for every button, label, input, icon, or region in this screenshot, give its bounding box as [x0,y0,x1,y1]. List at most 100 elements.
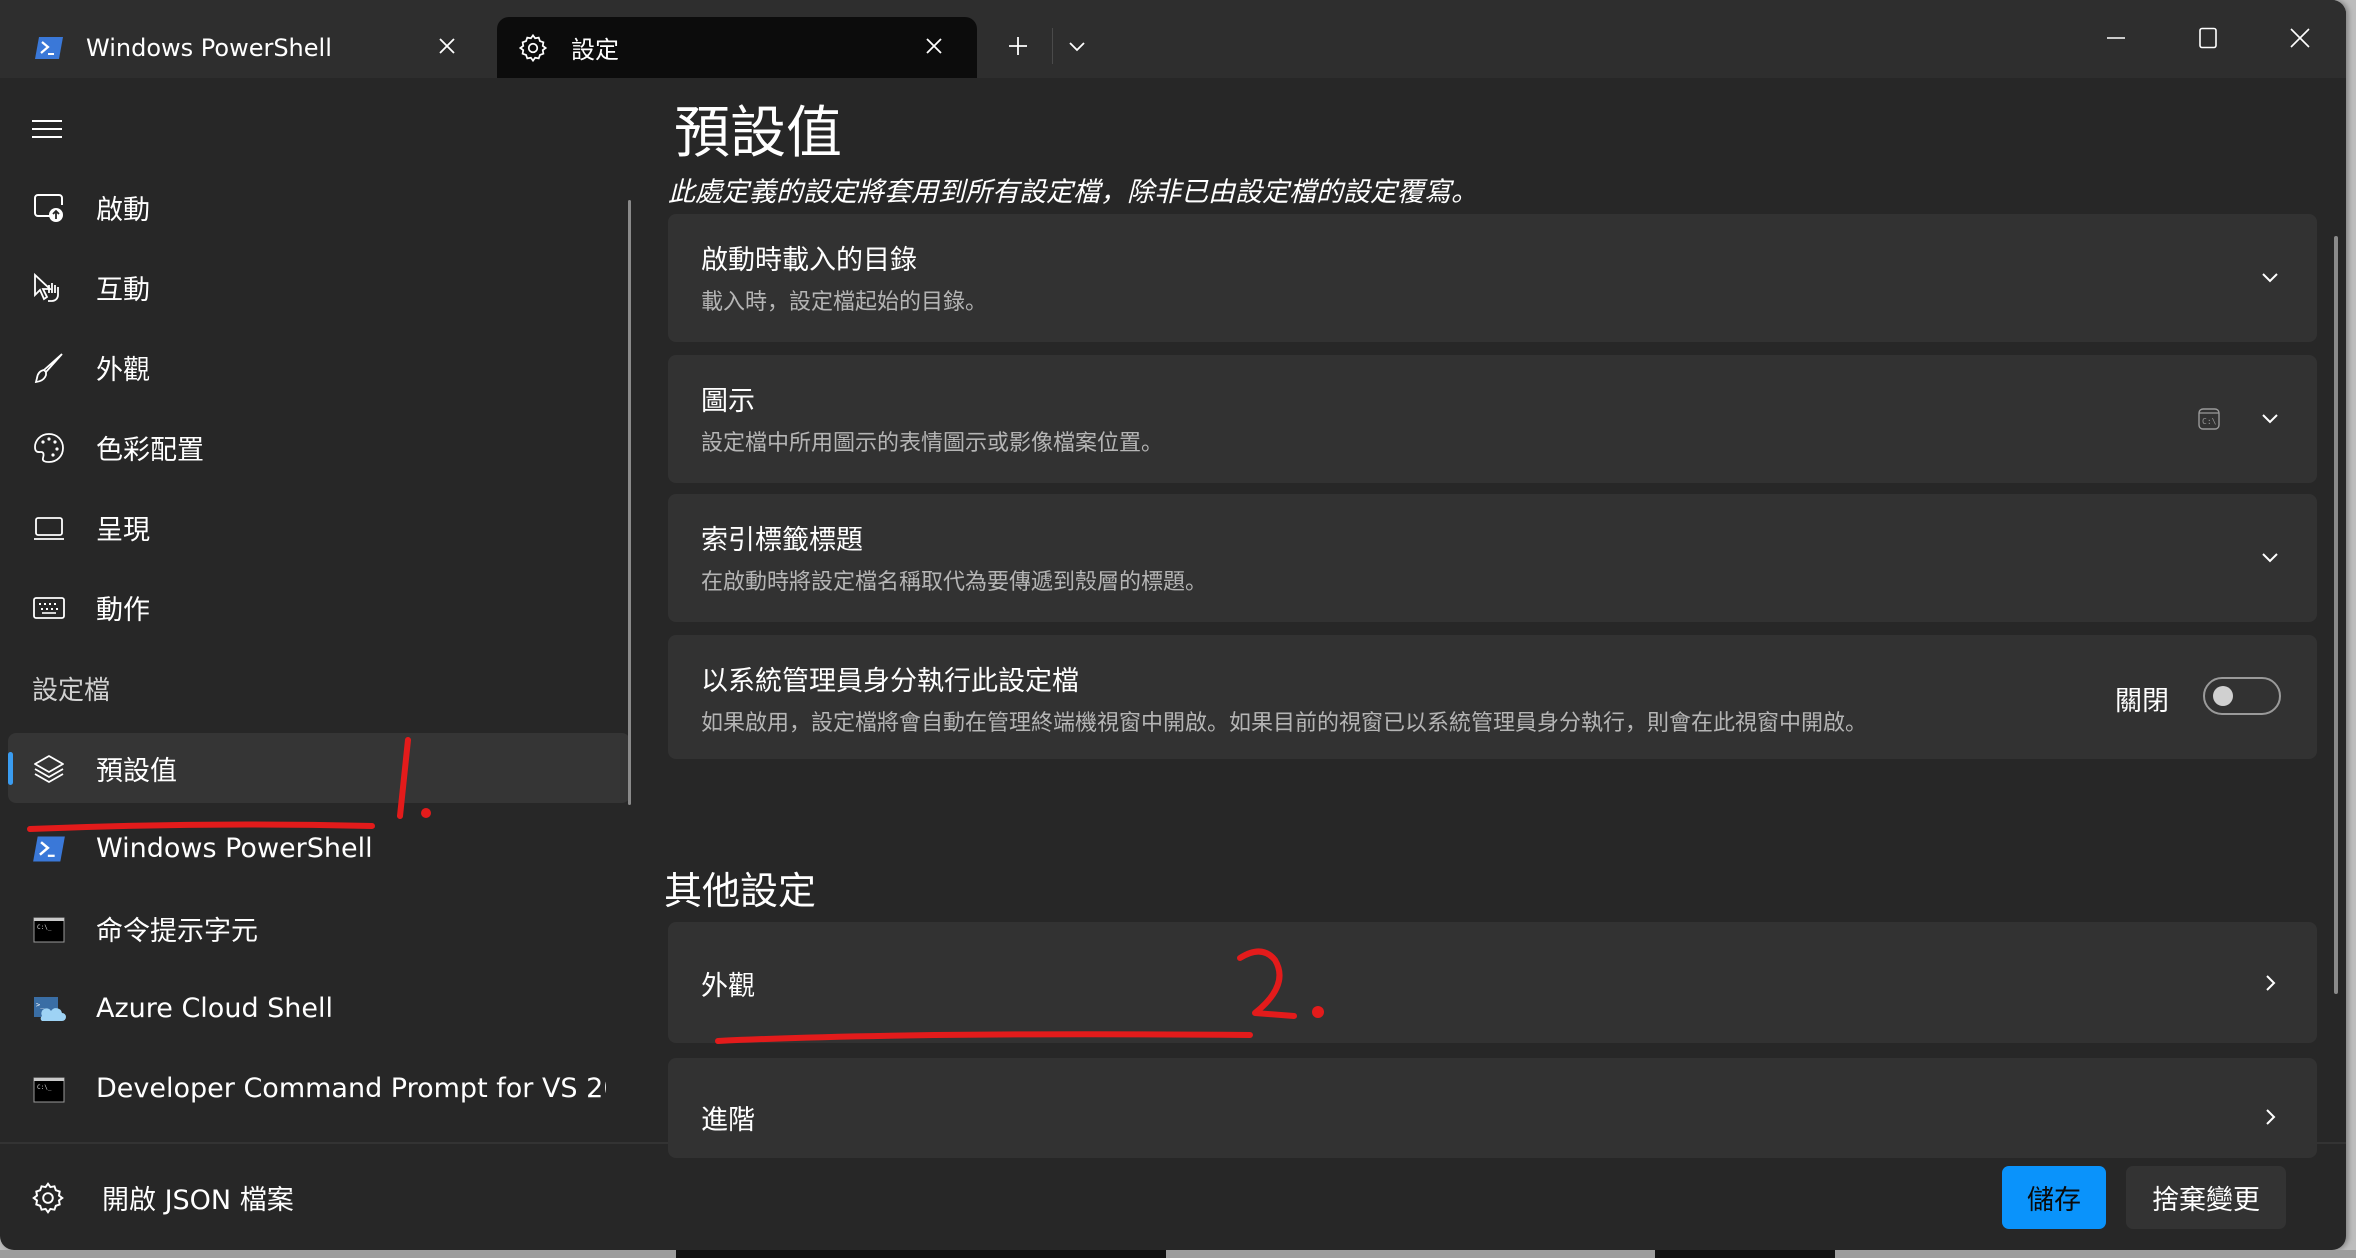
page-title: 預設值 [674,101,842,166]
tab-separator [1052,28,1053,64]
chevron-down-icon[interactable] [2259,267,2281,289]
chevron-down-icon [1069,42,1085,52]
nav-card-title: 進階 [701,1105,755,1136]
close-tab-button[interactable] [432,31,462,61]
tab-dropdown-button[interactable] [1062,28,1092,64]
interaction-icon [34,272,59,302]
sidebar-scrollbar[interactable] [628,200,631,805]
setting-title: 索引標籤標題 [701,525,863,556]
chevron-down-icon[interactable] [2259,408,2281,430]
sidebar-item-label: Windows PowerShell [96,832,373,864]
toggle-knob [2213,686,2233,706]
brush-icon [34,353,63,384]
sidebar-item-label: 外觀 [96,354,150,386]
sidebar-item-label: Developer Command Prompt for VS 202 [96,1072,606,1104]
page-subtitle: 此處定義的設定將套用到所有設定檔，除非已由設定檔的設定覆寫。 [668,177,1478,208]
close-icon [439,38,455,54]
sidebar-item-label: 色彩配置 [96,434,204,466]
svg-text:>_: >_ [36,1001,45,1009]
setting-card-tab-title[interactable]: 索引標籤標題 在啟動時將設定檔名稱取代為要傳遞到殼層的標題。 [668,494,2317,622]
tab-settings[interactable]: 設定 [497,17,977,78]
tab-windows-powershell[interactable]: Windows PowerShell [0,17,490,78]
sidebar-item-color-schemes[interactable]: 色彩配置 [8,412,630,482]
setting-card-run-as-admin: 以系統管理員身分執行此設定檔 如果啟用，設定檔將會自動在管理終端機視窗中開啟。如… [668,635,2317,759]
setting-description: 在啟動時將設定檔名稱取代為要傳遞到殼層的標題。 [701,570,1208,595]
setting-title: 圖示 [701,386,755,417]
save-button[interactable]: 儲存 [2002,1166,2106,1229]
profiles-section-header: 設定檔 [32,676,111,706]
powershell-icon [33,836,65,862]
startup-icon [34,194,63,222]
sidebar-item-developer-command-prompt[interactable]: C:\_ Developer Command Prompt for VS 202 [8,1053,630,1123]
chevron-right-icon [2266,1109,2276,1125]
desktop-window-edge [676,1250,1166,1258]
sidebar-item-startup[interactable]: 啟動 [8,172,630,242]
plus-icon [1009,37,1027,55]
svg-text:C:\: C:\ [2202,417,2217,426]
svg-text:C:\_: C:\_ [37,1084,52,1091]
minimize-button[interactable] [2086,14,2146,62]
nav-card-appearance[interactable]: 外觀 [668,922,2317,1043]
sidebar-item-label: 動作 [96,594,150,626]
open-json-label: 開啟 JSON 檔案 [102,1185,294,1216]
nav-card-title: 外觀 [701,971,755,1002]
sidebar-item-label: 呈現 [96,514,150,546]
gear-icon [518,33,548,62]
close-tab-button[interactable] [919,31,949,61]
tab-label: 設定 [571,36,619,64]
sidebar-item-label: 互動 [96,274,150,306]
sidebar-item-label: 預設值 [96,755,177,787]
setting-description: 如果啟用，設定檔將會自動在管理終端機視窗中開啟。如果目前的視窗已以系統管理員身分… [701,711,1868,736]
new-tab-button[interactable] [1000,28,1036,64]
tab-bar: Windows PowerShell 設定 [0,0,2346,78]
close-window-button[interactable] [2270,14,2330,62]
toggle-state-label: 關閉 [2115,686,2169,717]
sidebar-item-rendering[interactable]: 呈現 [8,492,630,562]
main-content: 預設值 此處定義的設定將套用到所有設定檔，除非已由設定檔的設定覆寫。 啟動時載入… [640,78,2346,1158]
hamburger-icon[interactable] [30,114,64,144]
sidebar-item-appearance[interactable]: 外觀 [8,332,630,402]
sidebar-item-command-prompt[interactable]: C:\_ 命令提示字元 [8,893,630,963]
setting-description: 載入時，設定檔起始的目錄。 [701,290,988,315]
sidebar-item-azure-cloud-shell[interactable]: >_ Azure Cloud Shell [8,973,630,1043]
sidebar-item-label: 啟動 [96,194,150,226]
setting-title: 啟動時載入的目錄 [701,245,917,276]
keyboard-icon [33,597,65,619]
layers-icon [34,755,64,783]
powershell-icon [35,36,63,59]
terminal-c-icon: C:\ [2198,408,2220,430]
cmd-icon: C:\_ [33,917,65,943]
minimize-icon [2107,37,2125,39]
close-icon [2290,28,2310,48]
close-icon [926,38,942,54]
sidebar-item-defaults[interactable]: 預設值 [8,733,630,803]
desktop-window-edge [1655,1250,1835,1258]
selection-indicator [8,752,13,785]
tab-label: Windows PowerShell [86,33,332,62]
laptop-icon [34,517,64,540]
azure-cloud-icon: >_ [34,997,66,1021]
maximize-button[interactable] [2178,14,2238,62]
setting-description: 設定檔中所用圖示的表情圖示或影像檔案位置。 [701,431,1164,456]
run-as-admin-toggle[interactable] [2203,677,2281,715]
sidebar-item-label: 命令提示字元 [96,915,258,947]
setting-title: 以系統管理員身分執行此設定檔 [701,666,1079,697]
sidebar-item-interaction[interactable]: 互動 [8,252,630,322]
palette-icon [34,433,64,463]
cmd-icon: C:\_ [33,1077,65,1103]
nav-card-advanced[interactable]: 進階 [668,1058,2317,1158]
setting-card-starting-directory[interactable]: 啟動時載入的目錄 載入時，設定檔起始的目錄。 [668,214,2317,342]
setting-card-icon[interactable]: 圖示 設定檔中所用圖示的表情圖示或影像檔案位置。 C:\ [668,355,2317,483]
main-scrollbar[interactable] [2334,236,2338,994]
chevron-down-icon[interactable] [2259,547,2281,569]
terminal-window: Windows PowerShell 設定 啟動 互動 外觀 色彩配置 呈現 動… [0,0,2346,1250]
maximize-icon [2199,27,2217,49]
svg-text:C:\_: C:\_ [37,924,52,931]
discard-changes-button[interactable]: 捨棄變更 [2126,1166,2286,1229]
sidebar-item-windows-powershell[interactable]: Windows PowerShell [8,813,630,883]
open-json-file-link[interactable]: 開啟 JSON 檔案 [30,1178,294,1217]
desktop-background [0,1250,2356,1258]
gear-icon [32,1181,64,1214]
sidebar: 啟動 互動 外觀 色彩配置 呈現 動作 設定檔 預設值 Windows Powe… [0,78,640,1142]
sidebar-item-actions[interactable]: 動作 [8,572,630,642]
